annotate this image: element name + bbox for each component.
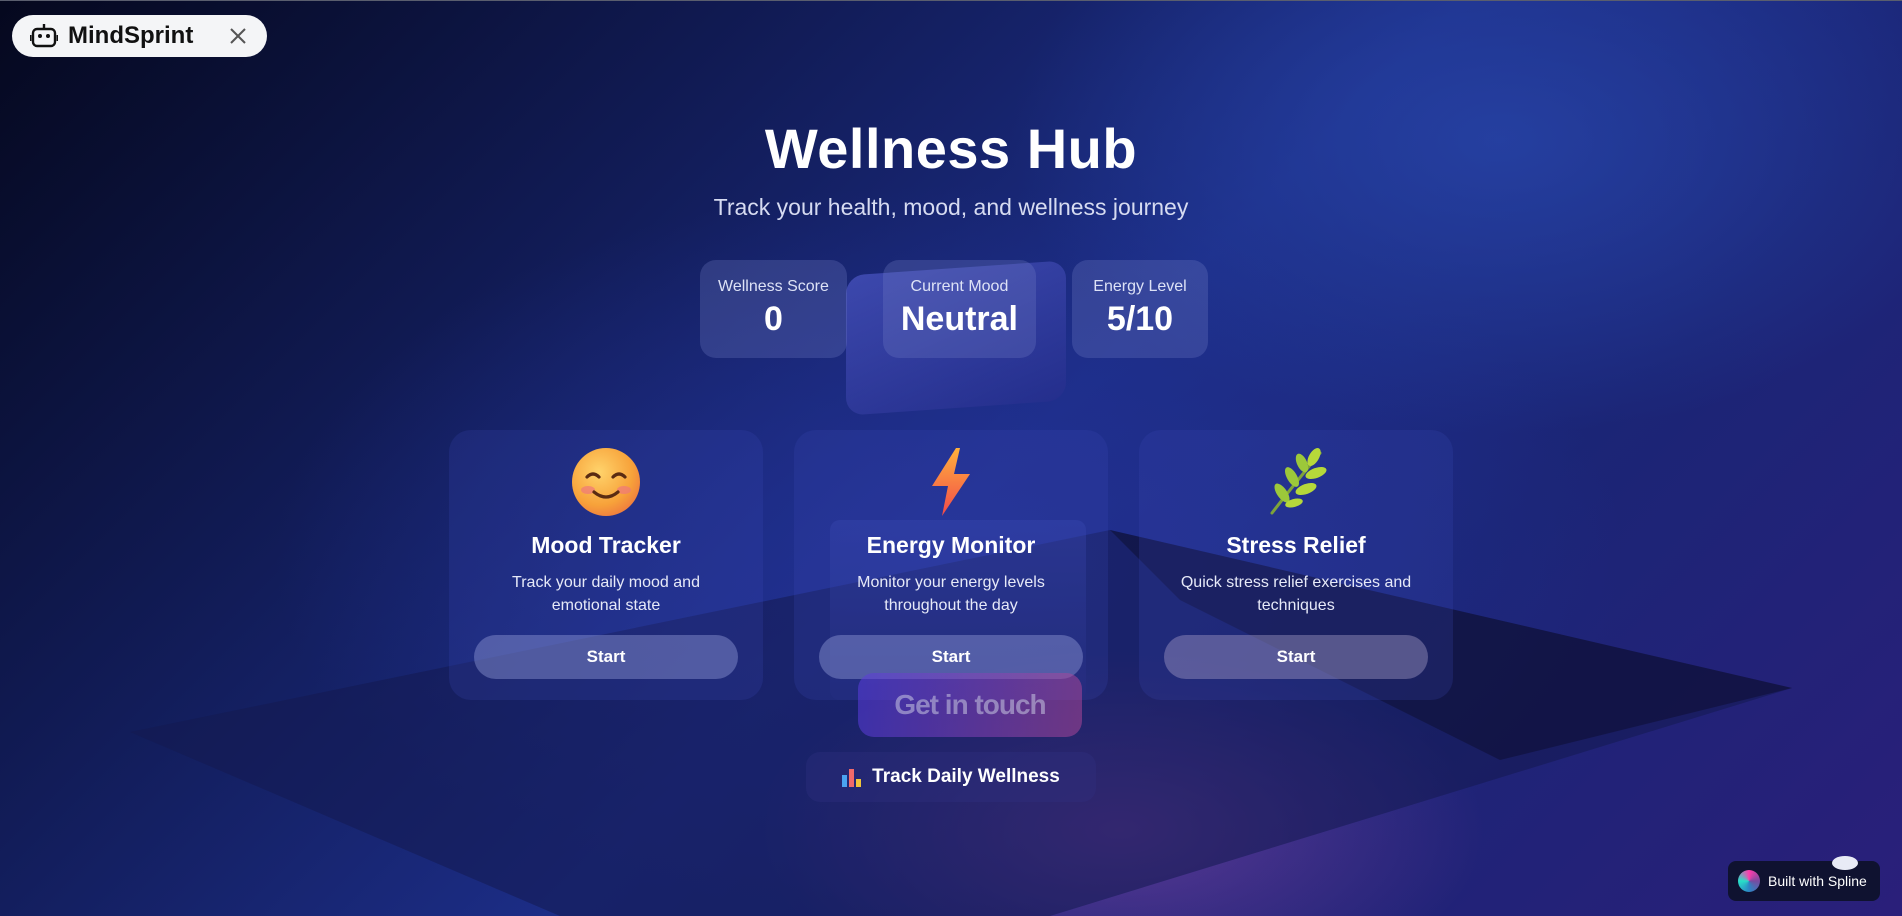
feature-description: Quick stress relief exercises and techni… — [1180, 574, 1412, 614]
stat-current-mood: Current Mood Neutral — [882, 260, 1036, 358]
lightning-bolt-icon — [911, 442, 991, 522]
bar-chart-icon — [842, 767, 864, 787]
track-daily-wellness-label: Track Daily Wellness — [872, 766, 1060, 787]
spline-logo-icon — [1738, 870, 1760, 892]
window-top-border — [0, 0, 1902, 1]
page-subtitle: Track your health, mood, and wellness jo… — [713, 194, 1189, 220]
stat-label: Wellness Score — [718, 278, 829, 295]
brand-name: MindSprint — [68, 22, 194, 49]
get-in-touch-button[interactable]: Get in touch — [858, 673, 1082, 737]
feature-card-energy-monitor: Energy Monitor Monitor your energy level… — [794, 430, 1108, 700]
feature-description: Monitor your energy levels throughout th… — [857, 574, 1045, 614]
feature-card-stress-relief: Stress Relief Quick stress relief exerci… — [1139, 430, 1453, 700]
robot-icon — [28, 21, 60, 51]
feature-title: Energy Monitor — [866, 532, 1036, 558]
stat-label: Energy Level — [1093, 278, 1187, 295]
smiling-face-icon — [566, 442, 646, 522]
mood-tracker-start-button[interactable]: Start — [474, 635, 738, 679]
stat-value: 0 — [763, 300, 783, 338]
feature-description: Track your daily mood and emotional stat… — [512, 574, 700, 614]
chat-bubble-icon[interactable] — [1832, 856, 1858, 870]
stat-energy-level: Energy Level 5/10 — [1072, 260, 1208, 358]
stat-value: Neutral — [900, 300, 1018, 338]
stat-value: 5/10 — [1106, 300, 1174, 338]
page-title: Wellness Hub — [764, 117, 1138, 180]
feature-card-mood-tracker: Mood Tracker Track your daily mood and e… — [449, 430, 763, 700]
herb-leaf-icon — [1256, 442, 1336, 522]
stress-relief-start-button[interactable]: Start — [1164, 635, 1428, 679]
feature-title: Stress Relief — [1226, 532, 1366, 558]
built-with-spline-badge[interactable]: Built with Spline — [1728, 861, 1880, 901]
close-icon[interactable] — [225, 23, 251, 49]
track-daily-wellness-button[interactable]: Track Daily Wellness — [806, 752, 1096, 802]
feature-cards: Mood Tracker Track your daily mood and e… — [0, 430, 1902, 700]
feature-title: Mood Tracker — [531, 532, 681, 558]
app-brand-pill: MindSprint — [12, 15, 267, 57]
stats-row: Wellness Score 0 Current Mood Neutral En… — [0, 260, 1902, 358]
stat-label: Current Mood — [910, 278, 1009, 295]
spline-badge-label: Built with Spline — [1768, 873, 1867, 889]
stat-wellness-score: Wellness Score 0 — [700, 260, 847, 358]
